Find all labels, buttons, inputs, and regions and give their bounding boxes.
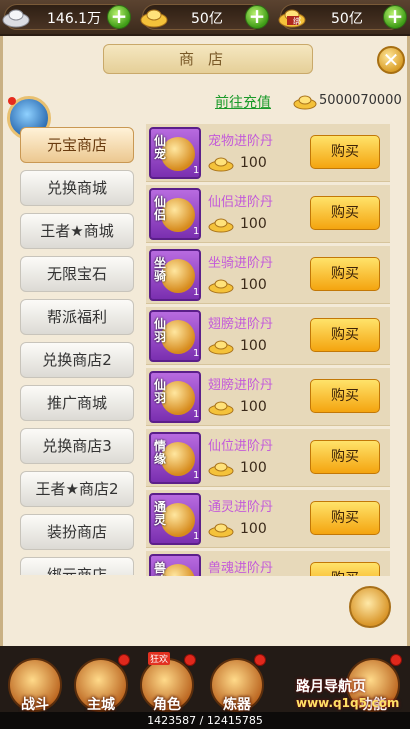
panel-title: 商店: [103, 44, 313, 74]
item-icon[interactable]: 情缘 1: [149, 432, 201, 484]
tab-promotion-mall[interactable]: 推广商城: [20, 385, 134, 421]
recharge-link[interactable]: 前往充值: [215, 92, 271, 112]
bound-gold-amount: 50亿: [331, 11, 363, 27]
list-item: 坐骑 1 坐骑进阶丹 100 购买: [146, 246, 390, 304]
nav-battle[interactable]: 战斗: [4, 654, 66, 716]
gold-ingot-icon: [140, 9, 168, 28]
tab-king-mall[interactable]: 王者★商城: [20, 213, 134, 249]
buy-button[interactable]: 购买: [310, 501, 380, 535]
notification-dot: [8, 97, 16, 105]
item-icon[interactable]: 仙羽 1: [149, 310, 201, 362]
item-price: 100: [240, 460, 267, 476]
notification-dot: [390, 654, 402, 666]
buy-button[interactable]: 购买: [310, 562, 380, 576]
list-item: 仙侣 1 仙侣进阶丹 100 购买: [146, 185, 390, 243]
item-list: 仙宠 1 宠物进阶丹 100 购买 仙侣 1 仙侣进阶丹 100 购买 坐骑 1 坐骑…: [146, 124, 390, 576]
item-price: 100: [240, 216, 267, 232]
category-tabs: 元宝商店 兑换商城 王者★商城 无限宝石 帮派福利 兑换商店2 推广商城 兑换商…: [18, 125, 136, 575]
gold-ingot-icon: [208, 279, 234, 294]
tab-costume-shop[interactable]: 装扮商店: [20, 514, 134, 550]
item-price: 100: [240, 338, 267, 354]
buy-button[interactable]: 购买: [310, 379, 380, 413]
nav-main-city[interactable]: 主城: [70, 654, 132, 716]
gold-amount: 50亿: [191, 11, 223, 27]
buy-button[interactable]: 购买: [310, 257, 380, 291]
item-icon[interactable]: 仙宠 1: [149, 127, 201, 179]
item-name: 坐骑进阶丹: [208, 256, 274, 271]
item-price: 100: [240, 399, 267, 415]
tab-infinite-gems[interactable]: 无限宝石: [20, 256, 134, 292]
watermark-title: 路月导航页: [296, 679, 366, 695]
gold-ingot-icon: [208, 157, 234, 172]
list-item: 仙宠 1 宠物进阶丹 100 购买: [146, 124, 390, 182]
buy-button[interactable]: 购买: [310, 318, 380, 352]
buy-button[interactable]: 购买: [310, 135, 380, 169]
tab-yuanbao-shop[interactable]: 元宝商店: [20, 127, 134, 163]
item-name: 翅膀进阶丹: [208, 317, 274, 332]
item-icon[interactable]: 坐骑 1: [149, 249, 201, 301]
item-name: 通灵进阶丹: [208, 500, 274, 515]
item-price: 100: [240, 521, 267, 537]
bound-gold-ingot-icon: [278, 9, 306, 28]
list-item: 仙羽 1 翅膀进阶丹 100 购买: [146, 307, 390, 365]
tab-guild-welfare[interactable]: 帮派福利: [20, 299, 134, 335]
xp-text: 1423587 / 12415785: [147, 714, 263, 727]
tab-exchange-mall[interactable]: 兑换商城: [20, 170, 134, 206]
gold-ingot-icon: [293, 95, 317, 110]
silver-ingot-icon: [2, 9, 30, 28]
buy-button[interactable]: 购买: [310, 196, 380, 230]
item-name: 兽魂进阶丹: [208, 561, 274, 576]
add-silver-button[interactable]: +: [107, 5, 131, 29]
gold-ingot-icon: [208, 462, 234, 477]
bound-tag: 绑: [293, 17, 301, 26]
tab-bound-yuanbao-shop[interactable]: 绑元商店: [20, 557, 134, 575]
bound-gold-currency: 绑 50亿 +: [278, 4, 407, 30]
list-item: 仙羽 1 翅膀进阶丹 100 购买: [146, 368, 390, 426]
watermark-url: www.q1q5.com: [296, 696, 400, 710]
item-name: 宠物进阶丹: [208, 134, 274, 149]
item-icon[interactable]: 兽魂1: [149, 554, 201, 576]
item-icon[interactable]: 仙侣 1: [149, 188, 201, 240]
list-item: 通灵 1 通灵进阶丹 100 购买: [146, 490, 390, 548]
item-icon[interactable]: 仙羽 1: [149, 371, 201, 423]
gold-balance: 5000070000: [319, 93, 402, 108]
pet-summon-button[interactable]: [349, 586, 391, 628]
close-button[interactable]: ✕: [377, 46, 405, 74]
gold-ingot-icon: [208, 523, 234, 538]
item-name: 翅膀进阶丹: [208, 378, 274, 393]
notification-dot: [184, 654, 196, 666]
silver-amount: 146.1万: [47, 11, 102, 27]
list-item: 情缘 1 仙位进阶丹 100 购买: [146, 429, 390, 487]
nav-forge[interactable]: 炼器: [206, 654, 268, 716]
tab-king-shop-2[interactable]: 王者★商店2: [20, 471, 134, 507]
silver-currency: 146.1万 +: [2, 4, 131, 30]
event-badge: 狂欢: [148, 652, 171, 665]
notification-dot: [118, 654, 130, 666]
buy-button[interactable]: 购买: [310, 440, 380, 474]
add-bound-gold-button[interactable]: +: [383, 5, 407, 29]
item-price: 100: [240, 155, 267, 171]
tab-exchange-shop-2[interactable]: 兑换商店2: [20, 342, 134, 378]
gold-currency: 50亿 +: [140, 4, 269, 30]
list-item: 兽魂1 兽魂进阶丹 100 购买: [146, 551, 390, 576]
gold-ingot-icon: [208, 218, 234, 233]
item-icon[interactable]: 通灵 1: [149, 493, 201, 545]
currency-bar: 146.1万 + 50亿 + 绑 50亿 +: [0, 0, 410, 36]
item-price: 100: [240, 277, 267, 293]
gold-ingot-icon: [208, 401, 234, 416]
item-name: 仙侣进阶丹: [208, 195, 274, 210]
item-name: 仙位进阶丹: [208, 439, 274, 454]
add-gold-button[interactable]: +: [245, 5, 269, 29]
gold-ingot-icon: [208, 340, 234, 355]
tab-exchange-shop-3[interactable]: 兑换商店3: [20, 428, 134, 464]
notification-dot: [254, 654, 266, 666]
